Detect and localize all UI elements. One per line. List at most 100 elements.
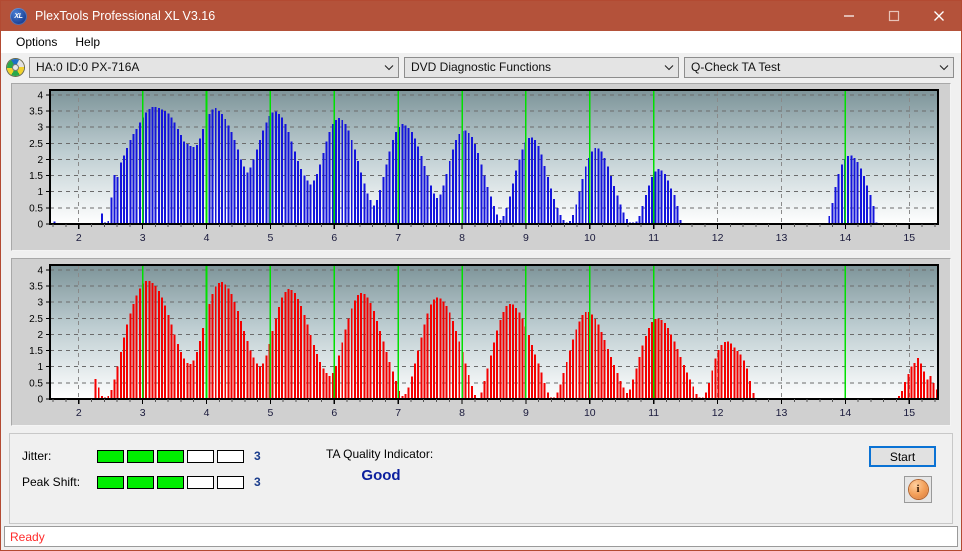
segment — [217, 449, 244, 463]
status-text: Ready — [10, 529, 45, 544]
svg-text:0.5: 0.5 — [29, 378, 43, 389]
svg-text:11: 11 — [648, 232, 659, 244]
svg-text:0: 0 — [37, 395, 43, 406]
segment — [157, 449, 184, 463]
chevron-down-icon — [380, 64, 398, 71]
svg-text:6: 6 — [331, 232, 337, 244]
svg-text:3: 3 — [140, 232, 146, 244]
segment — [97, 475, 124, 489]
menu-item-options[interactable]: Options — [7, 33, 66, 51]
svg-text:3: 3 — [140, 407, 146, 419]
metrics-list: Jitter: 3 Peak Shift: 3 — [22, 446, 261, 498]
info-icon-glyph: i — [916, 483, 920, 495]
metric-row-jitter: Jitter: 3 — [22, 446, 261, 466]
status-bar: Ready — [4, 526, 958, 547]
svg-text:12: 12 — [712, 232, 724, 244]
svg-text:8: 8 — [459, 232, 465, 244]
svg-text:5: 5 — [267, 232, 273, 244]
jitter-label: Jitter: — [22, 449, 52, 463]
metric-row-peak-shift: Peak Shift: 3 — [22, 472, 261, 492]
menu-bar: Options Help — [1, 31, 961, 53]
peak-shift-chart: 0 0.5 1 1.5 2 2.5 3 3.5 4 2 3 4 5 6 7 8 9 10 11 12 13 14 15 — [29, 264, 939, 419]
svg-text:4: 4 — [37, 265, 43, 276]
svg-text:10: 10 — [584, 232, 596, 244]
svg-text:11: 11 — [648, 407, 659, 419]
segment — [127, 449, 154, 463]
svg-text:9: 9 — [523, 232, 529, 244]
svg-text:0: 0 — [37, 220, 43, 231]
app-icon-text: XL — [14, 12, 23, 20]
maximize-button[interactable] — [871, 1, 916, 31]
svg-text:2: 2 — [37, 330, 43, 341]
svg-text:1: 1 — [37, 362, 43, 373]
svg-text:14: 14 — [840, 407, 852, 419]
svg-text:4: 4 — [204, 232, 210, 244]
svg-text:9: 9 — [523, 407, 529, 419]
quality-indicator-value: Good — [361, 467, 401, 484]
optical-disc-icon — [7, 58, 24, 76]
segment — [97, 449, 124, 463]
svg-text:2: 2 — [76, 232, 82, 244]
menu-item-help[interactable]: Help — [66, 33, 109, 51]
jitter-chart-panel: 0 0.5 1 1.5 2 2.5 3 3.5 4 2 3 4 5 6 7 8 9 10 11 12 13 14 15 — [11, 83, 951, 251]
info-icon: i — [908, 480, 928, 499]
svg-text:3.5: 3.5 — [29, 281, 43, 292]
charts-area: 0 0.5 1 1.5 2 2.5 3 3.5 4 2 3 4 5 6 7 8 9 10 11 12 13 14 15 00… — [1, 81, 961, 433]
jitter-chart: 0 0.5 1 1.5 2 2.5 3 3.5 4 2 3 4 5 6 7 8 9 10 11 12 13 14 15 — [29, 89, 939, 244]
minimize-button[interactable] — [826, 1, 871, 31]
function-select[interactable]: DVD Diagnostic Functions — [404, 56, 679, 78]
xl-disc-icon: XL — [10, 7, 27, 25]
svg-text:1.5: 1.5 — [29, 346, 43, 357]
svg-text:1: 1 — [37, 187, 43, 198]
svg-text:3.5: 3.5 — [29, 106, 43, 117]
test-select-value: Q-Check TA Test — [691, 60, 781, 74]
drive-select-value: HA:0 ID:0 PX-716A — [36, 60, 140, 74]
drive-select[interactable]: HA:0 ID:0 PX-716A — [29, 56, 399, 78]
svg-text:15: 15 — [903, 232, 915, 244]
svg-text:3: 3 — [37, 298, 43, 309]
segment — [217, 475, 244, 489]
svg-text:1.5: 1.5 — [29, 171, 43, 182]
svg-text:10: 10 — [584, 407, 596, 419]
svg-text:6: 6 — [331, 407, 337, 419]
svg-text:2: 2 — [37, 155, 43, 166]
jitter-value: 3 — [254, 449, 261, 463]
test-select[interactable]: Q-Check TA Test — [684, 56, 954, 78]
close-button[interactable] — [916, 1, 961, 31]
peak-shift-segments — [97, 475, 244, 489]
svg-text:2.5: 2.5 — [29, 139, 43, 150]
start-button[interactable]: Start — [869, 446, 936, 467]
chevron-down-icon — [660, 64, 678, 71]
chevron-down-icon — [935, 64, 953, 71]
svg-text:15: 15 — [903, 407, 915, 419]
window-controls — [826, 1, 961, 31]
segment — [127, 475, 154, 489]
svg-text:4: 4 — [204, 407, 210, 419]
segment — [187, 449, 214, 463]
svg-text:13: 13 — [776, 232, 788, 244]
title-bar: XL PlexTools Professional XL V3.16 — [1, 1, 961, 31]
svg-text:2: 2 — [76, 407, 82, 419]
svg-text:4: 4 — [37, 90, 43, 101]
svg-text:7: 7 — [395, 232, 401, 244]
svg-text:3: 3 — [37, 123, 43, 134]
function-select-value: DVD Diagnostic Functions — [411, 60, 552, 74]
quality-indicator-label: TA Quality Indicator: — [326, 447, 434, 461]
quality-indicator: TA Quality Indicator: Good — [326, 447, 436, 484]
jitter-segments — [97, 449, 244, 463]
segment — [187, 475, 214, 489]
app-window: XL PlexTools Professional XL V3.16 Optio… — [0, 0, 962, 551]
peak-shift-value: 3 — [254, 475, 261, 489]
svg-text:5: 5 — [267, 407, 273, 419]
svg-text:8: 8 — [459, 407, 465, 419]
window-title: PlexTools Professional XL V3.16 — [35, 9, 216, 23]
selector-row: HA:0 ID:0 PX-716A DVD Diagnostic Functio… — [1, 53, 961, 81]
info-button[interactable]: i — [904, 476, 932, 503]
svg-text:7: 7 — [395, 407, 401, 419]
segment — [157, 475, 184, 489]
svg-text:13: 13 — [776, 407, 788, 419]
svg-text:0.5: 0.5 — [29, 203, 43, 214]
peak-shift-label: Peak Shift: — [22, 475, 81, 489]
svg-text:2.5: 2.5 — [29, 314, 43, 325]
svg-text:14: 14 — [840, 232, 852, 244]
